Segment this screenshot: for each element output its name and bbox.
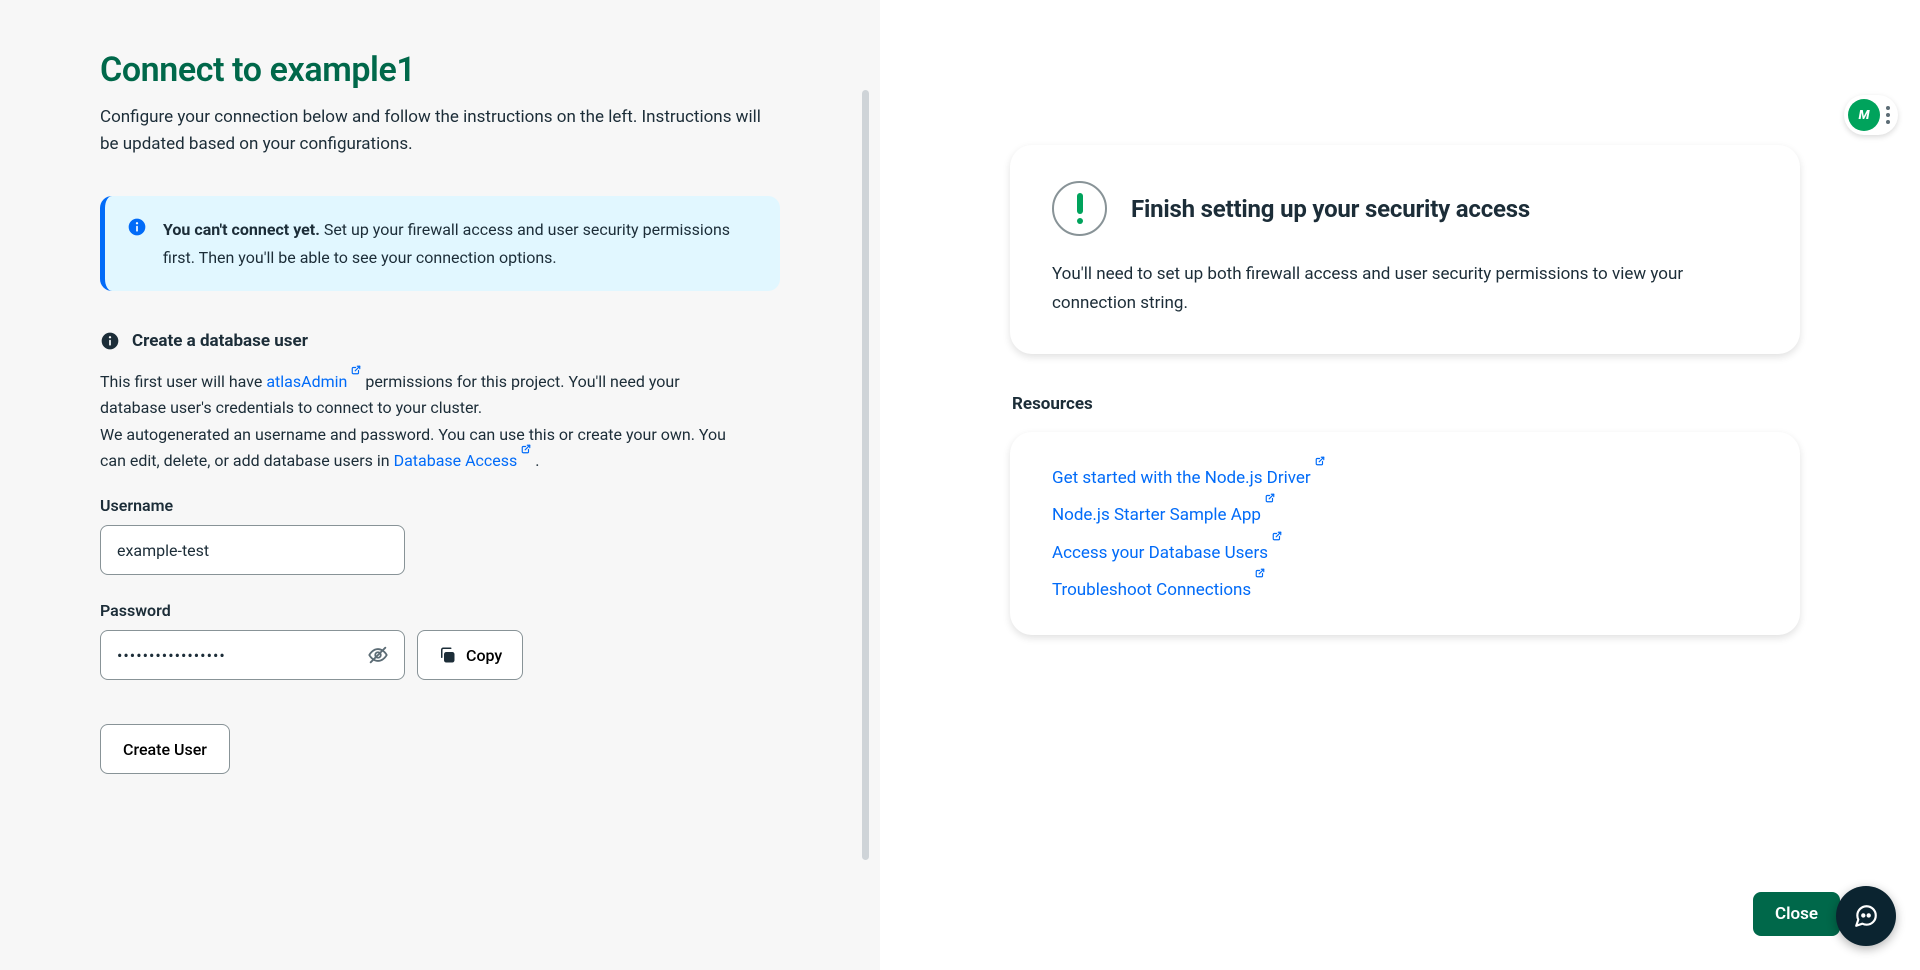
external-link-icon bbox=[1272, 531, 1282, 541]
external-link-icon bbox=[1255, 568, 1265, 578]
security-card-title: Finish setting up your security access bbox=[1131, 195, 1530, 223]
info-banner: You can't connect yet. Set up your firew… bbox=[100, 196, 780, 290]
info-icon bbox=[127, 217, 147, 237]
resource-link-label: Troubleshoot Connections bbox=[1052, 572, 1251, 609]
kebab-icon bbox=[1886, 106, 1890, 124]
resource-link-starter-app[interactable]: Node.js Starter Sample App bbox=[1052, 497, 1275, 534]
create-user-header: Create a database user bbox=[100, 331, 780, 351]
resources-heading: Resources bbox=[1012, 394, 1800, 414]
security-card-body: You'll need to set up both firewall acce… bbox=[1052, 260, 1758, 318]
toggle-password-visibility-button[interactable] bbox=[361, 638, 395, 672]
create-user-section-title: Create a database user bbox=[132, 331, 308, 351]
resource-link-label: Node.js Starter Sample App bbox=[1052, 497, 1261, 534]
chat-fab-button[interactable] bbox=[1836, 886, 1896, 946]
right-panel: Finish setting up your security access Y… bbox=[880, 0, 1920, 970]
create-user-button[interactable]: Create User bbox=[100, 724, 230, 774]
info-icon bbox=[100, 331, 120, 351]
copy-label: Copy bbox=[466, 646, 502, 665]
panel-divider bbox=[862, 90, 869, 860]
link-database-access[interactable]: Database Access bbox=[394, 448, 532, 474]
alert-badge-icon bbox=[1052, 181, 1107, 236]
resource-link-label: Get started with the Node.js Driver bbox=[1052, 460, 1311, 497]
link-atlas-admin-label: atlasAdmin bbox=[266, 369, 347, 395]
banner-text: You can't connect yet. Set up your firew… bbox=[163, 216, 752, 270]
desc-line2-suffix: . bbox=[535, 451, 539, 470]
left-panel: Connect to example1 Configure your conne… bbox=[0, 0, 880, 970]
desc-prefix: This first user will have bbox=[100, 372, 266, 391]
eye-off-icon bbox=[367, 644, 389, 666]
username-label: Username bbox=[100, 496, 780, 515]
link-database-access-label: Database Access bbox=[394, 448, 518, 474]
brand-logo-icon: M bbox=[1848, 99, 1880, 131]
resource-link-label: Access your Database Users bbox=[1052, 535, 1268, 572]
username-group: Username bbox=[100, 496, 780, 575]
chat-icon bbox=[1853, 903, 1879, 929]
external-link-icon bbox=[351, 365, 361, 375]
password-group: Password Copy bbox=[100, 601, 780, 680]
copy-password-button[interactable]: Copy bbox=[417, 630, 523, 680]
copy-icon bbox=[438, 646, 456, 664]
floating-brand-badge[interactable]: M bbox=[1844, 95, 1898, 135]
banner-lead: You can't connect yet. bbox=[163, 220, 320, 239]
username-input[interactable] bbox=[100, 525, 405, 575]
create-user-description: This first user will have atlasAdmin per… bbox=[100, 369, 740, 475]
resource-link-node-driver[interactable]: Get started with the Node.js Driver bbox=[1052, 460, 1325, 497]
password-label: Password bbox=[100, 601, 780, 620]
link-atlas-admin[interactable]: atlasAdmin bbox=[266, 369, 361, 395]
external-link-icon bbox=[1315, 456, 1325, 466]
security-card: Finish setting up your security access Y… bbox=[1010, 145, 1800, 354]
resource-link-troubleshoot[interactable]: Troubleshoot Connections bbox=[1052, 572, 1265, 609]
resources-card: Get started with the Node.js Driver Node… bbox=[1010, 432, 1800, 636]
external-link-icon bbox=[521, 444, 531, 454]
external-link-icon bbox=[1265, 493, 1275, 503]
close-button[interactable]: Close bbox=[1753, 892, 1840, 936]
page-title: Connect to example1 bbox=[100, 50, 780, 90]
page-subtitle: Configure your connection below and foll… bbox=[100, 104, 780, 158]
password-input[interactable] bbox=[100, 630, 405, 680]
resource-link-db-users[interactable]: Access your Database Users bbox=[1052, 535, 1282, 572]
